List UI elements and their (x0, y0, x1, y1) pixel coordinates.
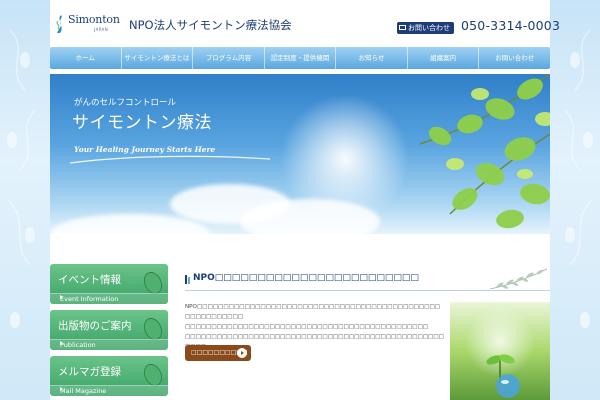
swoosh-icon (70, 155, 270, 164)
hero-subtitle: がんのセルフコントロール (74, 98, 177, 108)
detail-button[interactable]: □□□□□□□□□□ (185, 345, 251, 361)
sidebar-item-publication[interactable]: 出版物のご案内 Publication (50, 310, 168, 350)
nav-item-certification[interactable]: 認定制度・提供機関 (265, 47, 337, 69)
global-nav: ホーム サイモントン療法とは プログラム内容 認定制度・提供機関 お知らせ 組織… (50, 47, 550, 69)
contact-label-text: お問い合わせ (408, 24, 450, 32)
green-leaves-icon (419, 74, 550, 229)
nav-item-home[interactable]: ホーム (50, 47, 122, 69)
nav-item-contact[interactable]: お問い合わせ (479, 47, 550, 69)
nav-item-program[interactable]: プログラム内容 (193, 47, 265, 69)
heading-marker-icon (185, 275, 190, 284)
sidebar-item-sub: Mail Magazine (50, 385, 168, 396)
hero-banner: がんのセルフコントロール サイモントン療法 Your Healing Journ… (50, 74, 550, 234)
sidebar-item-sub-label: Event Information (60, 295, 119, 303)
sidebar-item-sub-label: Mail Magazine (60, 387, 107, 395)
fern-icon (489, 268, 548, 290)
leaf-pattern-right-icon (564, 29, 593, 328)
leaf-pattern-left-icon (7, 29, 36, 328)
site-header: Simonton JAPAN NPO法人サイモントン療法協会 お問い合わせ 05… (50, 0, 560, 46)
organization-name: NPO法人サイモントン療法協会 (129, 18, 292, 32)
sidebar-item-sub: Publication (50, 339, 168, 350)
hero-title: サイモントン療法 (72, 113, 212, 133)
logo-subtext: JAPAN (94, 27, 109, 32)
contact-label[interactable]: お問い合わせ (397, 22, 454, 34)
sprout-photo (450, 302, 550, 400)
sidebar-item-event[interactable]: イベント情報 Event Information (50, 264, 168, 304)
logo-text: Simonton (68, 13, 120, 26)
sidebar-item-sub-label: Publication (60, 341, 96, 349)
simonton-mark-icon (56, 15, 62, 33)
section-heading: NPO□□□□□□□□□□□□□□□□□□□□□□□□ (185, 268, 550, 291)
arrow-circle-icon (237, 348, 247, 358)
sidebar-item-title: イベント情報 (58, 274, 121, 286)
sidebar-item-title: 出版物のご案内 (58, 320, 132, 332)
mail-icon (399, 25, 406, 30)
sidebar-item-mail-magazine[interactable]: メルマガ登録 Mail Magazine (50, 356, 168, 396)
sidebar-item-title: メルマガ登録 (58, 366, 121, 378)
page-container: Simonton JAPAN NPO法人サイモントン療法協会 お問い合わせ 05… (50, 0, 560, 400)
nav-item-news[interactable]: お知らせ (336, 47, 408, 69)
sidebar-item-sub: Event Information (50, 293, 168, 304)
intro-line: □□□□□□□□□□□□□□□□□□□□□□□□□□□□□□□□□□□□□□□□… (185, 324, 429, 330)
nav-item-organization[interactable]: 組織案内 (408, 47, 480, 69)
site-logo[interactable]: Simonton JAPAN (54, 13, 128, 37)
nav-item-about[interactable]: サイモントン療法とは (122, 47, 194, 69)
phone-number[interactable]: 050-3314-0003 (461, 18, 560, 33)
section-title: NPO□□□□□□□□□□□□□□□□□□□□□□□□ (193, 273, 419, 283)
intro-line: NPO□□□□□□□□□□□□□□□□□□□□□□□□□□□□□□□□□□□□□… (185, 304, 441, 320)
